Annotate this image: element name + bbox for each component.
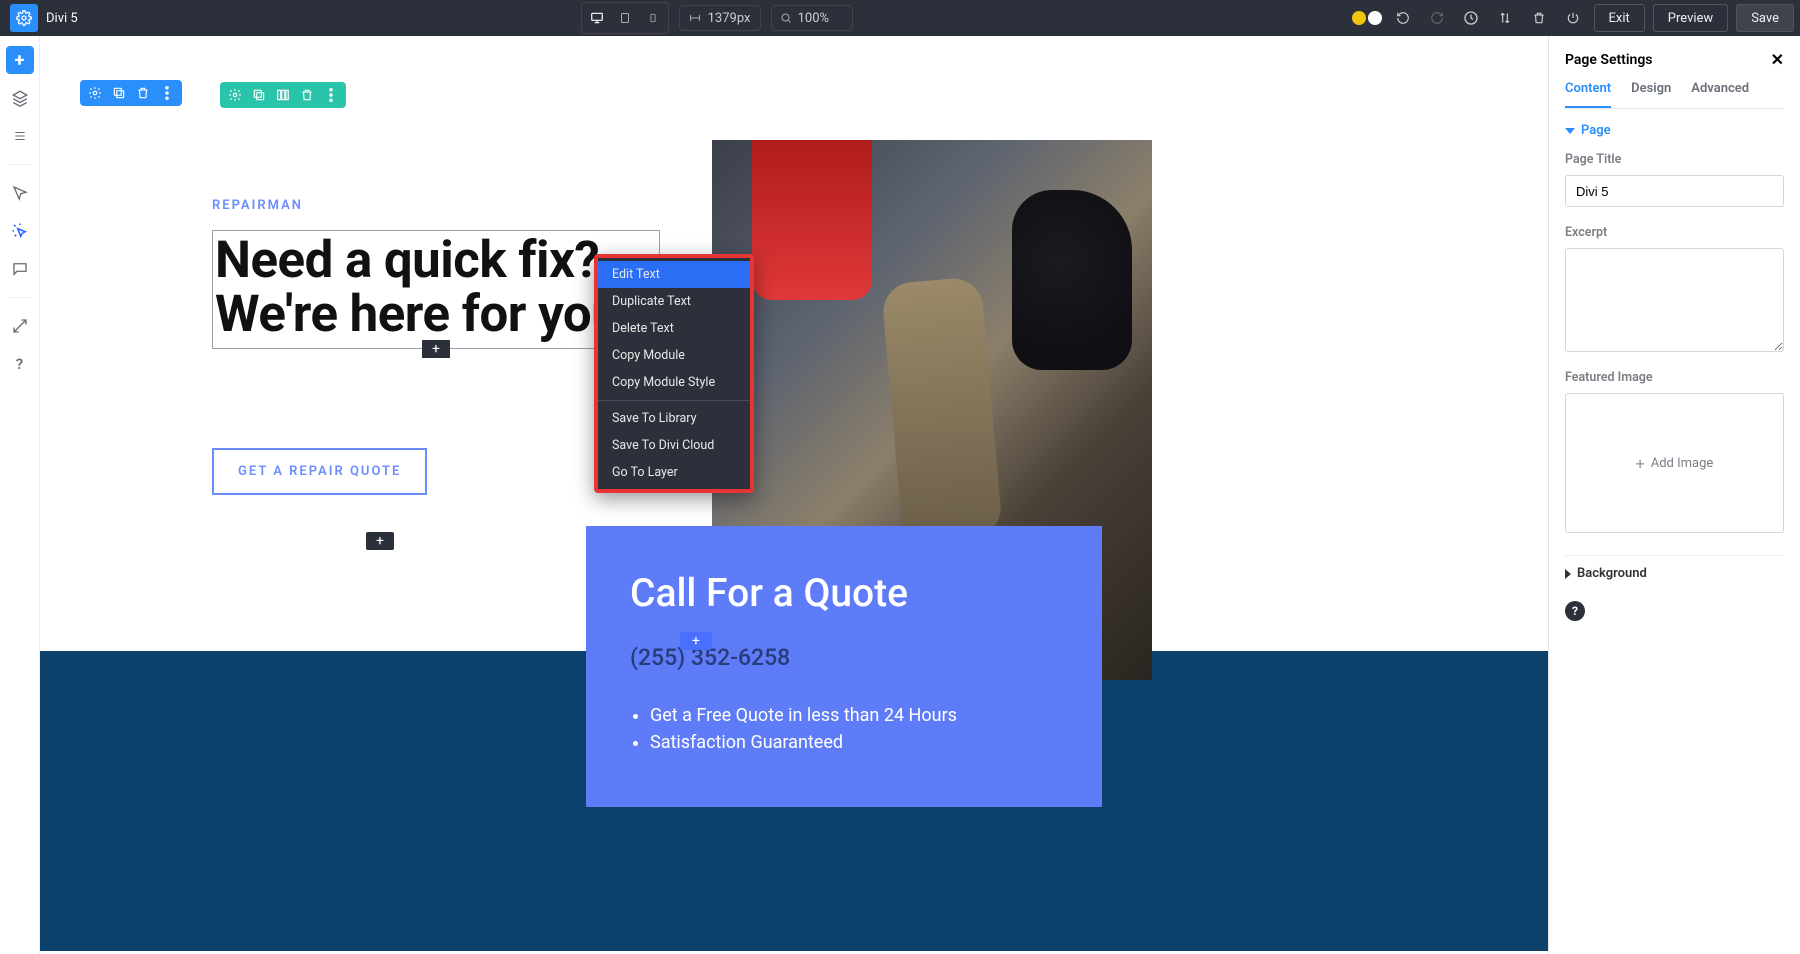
panel-tabs: Content Design Advanced (1565, 81, 1784, 109)
group-page-toggle[interactable]: Page (1565, 123, 1784, 138)
module-trash-icon[interactable] (298, 86, 316, 104)
preview-button[interactable]: Preview (1653, 4, 1728, 32)
section-more-icon[interactable] (158, 84, 176, 102)
page-title-label: Page Title (1565, 152, 1784, 167)
tools-icon[interactable] (6, 312, 34, 340)
ctx-duplicate-text[interactable]: Duplicate Text (598, 288, 750, 315)
list-icon[interactable] (6, 122, 34, 150)
module-more-icon[interactable] (322, 86, 340, 104)
excerpt-input[interactable] (1565, 248, 1784, 352)
exit-button[interactable]: Exit (1594, 4, 1645, 32)
ctx-delete-text[interactable]: Delete Text (598, 315, 750, 342)
headline-module-selected[interactable]: Need a quick fix? We're here for you. + (212, 230, 660, 349)
theme-toggle[interactable] (1352, 11, 1382, 25)
repair-quote-button[interactable]: GET A REPAIR QUOTE (212, 448, 427, 495)
ctx-edit-text[interactable]: Edit Text (598, 261, 750, 288)
trash-icon[interactable] (1526, 5, 1552, 31)
panel-help-icon[interactable]: ? (1565, 601, 1585, 621)
tab-content[interactable]: Content (1565, 81, 1611, 108)
add-image-label: Add Image (1651, 456, 1714, 471)
cta-box[interactable]: Call For a Quote (255) 352-6258 Get a Fr… (586, 526, 1102, 807)
section-dup-icon[interactable] (110, 84, 128, 102)
add-image-dropzone[interactable]: + Add Image (1565, 393, 1784, 533)
page-title-input[interactable] (1565, 175, 1784, 207)
section-toolbar (80, 80, 182, 106)
module-toolbar (220, 82, 346, 108)
sun-icon (1352, 11, 1366, 25)
add-element-button[interactable]: + (6, 46, 34, 74)
headline-text[interactable]: Need a quick fix? We're here for you. (213, 234, 659, 342)
plus-icon: + (1636, 454, 1645, 473)
brand-settings-icon[interactable] (10, 4, 38, 32)
ctx-save-cloud[interactable]: Save To Divi Cloud (598, 432, 750, 459)
page-name: Divi 5 (46, 11, 78, 26)
device-toggle (581, 2, 669, 34)
cta-bullet: Get a Free Quote in less than 24 Hours (650, 705, 1058, 726)
device-desktop-icon[interactable] (584, 5, 610, 31)
panel-close-icon[interactable]: ✕ (1771, 50, 1784, 69)
device-phone-icon[interactable] (640, 5, 666, 31)
viewport-width-value: 1379px (708, 11, 751, 26)
help-icon[interactable]: ? (6, 350, 34, 378)
click-icon[interactable] (6, 217, 34, 245)
context-menu: Edit Text Duplicate Text Delete Text Cop… (594, 254, 754, 493)
featured-image-label: Featured Image (1565, 370, 1784, 385)
group-background-toggle[interactable]: Background (1565, 555, 1784, 591)
zoom-input[interactable]: 100% (771, 5, 853, 31)
canvas[interactable]: REPAIRMAN Need a quick fix? We're here f… (40, 36, 1548, 954)
viewport-width-input[interactable]: 1379px (679, 5, 761, 31)
history-icon[interactable] (1458, 5, 1484, 31)
power-icon[interactable] (1560, 5, 1586, 31)
chat-icon[interactable] (6, 255, 34, 283)
tab-design[interactable]: Design (1631, 81, 1671, 108)
layers-icon[interactable] (6, 84, 34, 112)
section-trash-icon[interactable] (134, 84, 152, 102)
module-dup-icon[interactable] (250, 86, 268, 104)
redo-icon[interactable] (1424, 5, 1450, 31)
device-tablet-icon[interactable] (612, 5, 638, 31)
module-columns-icon[interactable] (274, 86, 292, 104)
settings-panel: Page Settings ✕ Content Design Advanced … (1548, 36, 1800, 954)
cta-list[interactable]: Get a Free Quote in less than 24 Hours S… (630, 705, 1058, 753)
pointer-icon[interactable] (6, 179, 34, 207)
cta-bullet: Satisfaction Guaranteed (650, 732, 1058, 753)
add-row-button[interactable]: + (366, 532, 394, 550)
add-module-cta-button[interactable]: + (680, 632, 712, 650)
ctx-go-to-layer[interactable]: Go To Layer (598, 459, 750, 486)
left-rail: + ? (0, 36, 40, 954)
ctx-save-library[interactable]: Save To Library (598, 405, 750, 432)
panel-title: Page Settings (1565, 52, 1653, 68)
excerpt-label: Excerpt (1565, 225, 1784, 240)
tab-advanced[interactable]: Advanced (1691, 81, 1749, 108)
section-gear-icon[interactable] (86, 84, 104, 102)
topbar: Divi 5 1379px 100% Exit Preview Save (0, 0, 1800, 36)
ctx-copy-module[interactable]: Copy Module (598, 342, 750, 369)
sort-icon[interactable] (1492, 5, 1518, 31)
save-button[interactable]: Save (1736, 4, 1794, 32)
add-module-below-button[interactable]: + (422, 340, 450, 358)
subheading[interactable]: REPAIRMAN (212, 198, 303, 213)
ctx-copy-module-style[interactable]: Copy Module Style (598, 369, 750, 396)
zoom-value: 100% (798, 11, 829, 26)
undo-icon[interactable] (1390, 5, 1416, 31)
cta-title[interactable]: Call For a Quote (630, 570, 1058, 616)
module-gear-icon[interactable] (226, 86, 244, 104)
moon-icon (1368, 11, 1382, 25)
